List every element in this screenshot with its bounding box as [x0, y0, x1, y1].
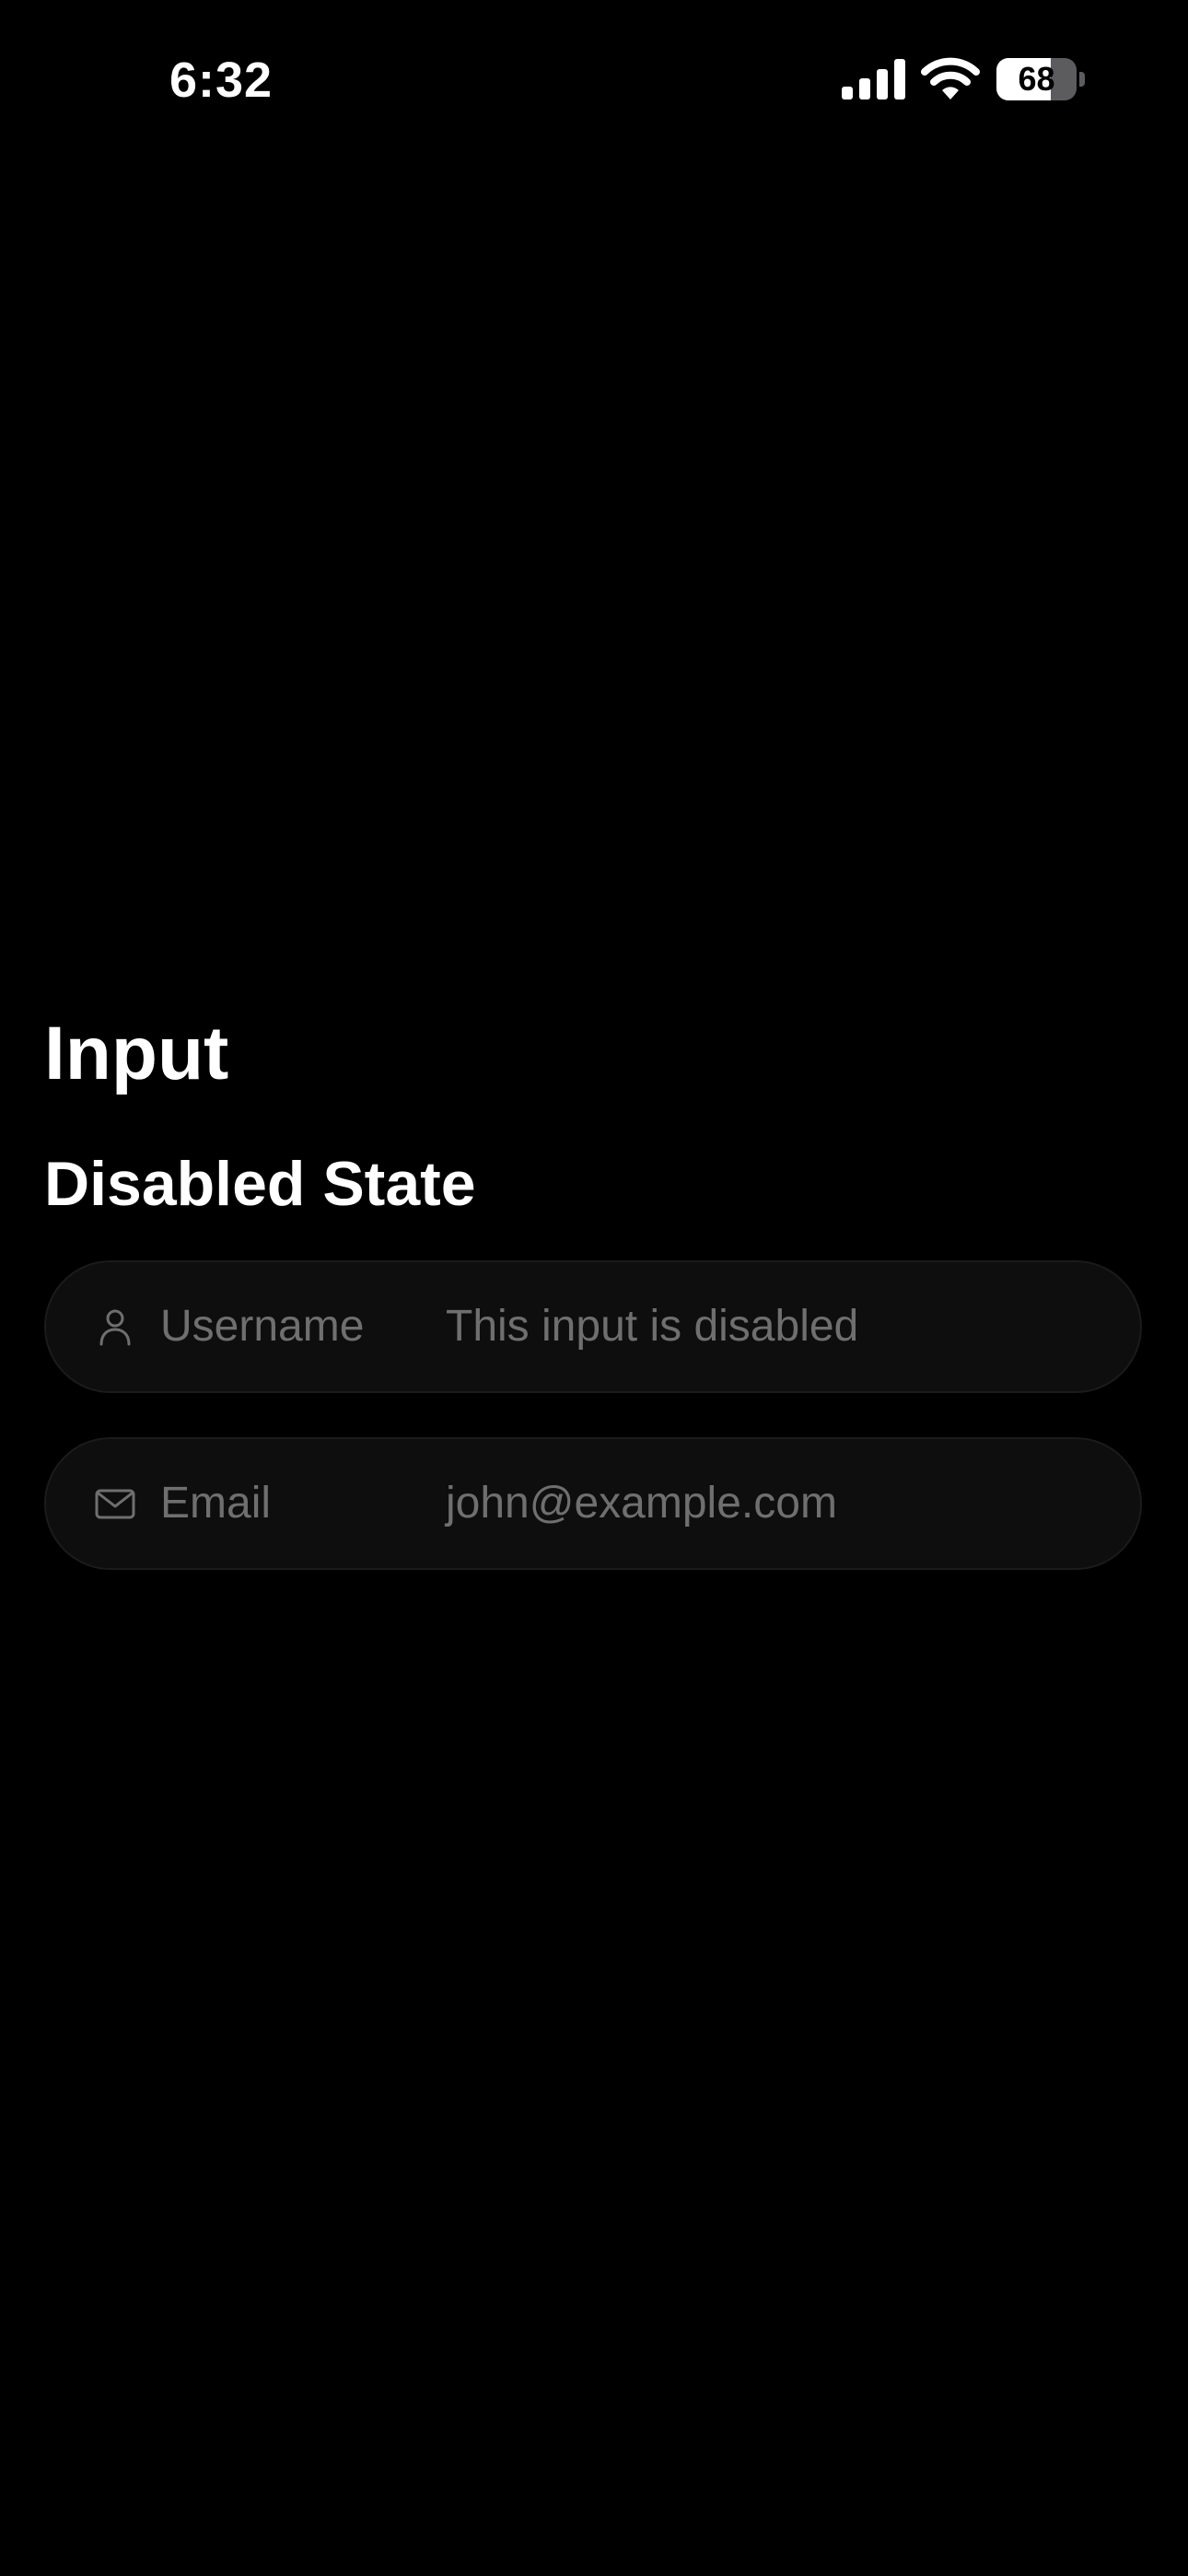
battery-percent: 68 — [1018, 60, 1055, 98]
section-title: Disabled State — [44, 1149, 476, 1219]
cellular-signal-icon — [842, 59, 905, 100]
person-icon — [99, 1309, 131, 1346]
username-value: This input is disabled — [446, 1302, 859, 1351]
wifi-icon — [921, 57, 980, 100]
status-time: 6:32 — [169, 53, 274, 108]
email-value: john@example.com — [446, 1479, 837, 1528]
username-label: Username — [160, 1302, 365, 1351]
page-title: Input — [44, 1012, 229, 1095]
email-label: Email — [160, 1479, 272, 1528]
username-input: Username This input is disabled — [44, 1260, 1142, 1393]
battery-icon: 68 — [996, 58, 1085, 100]
email-input: Email john@example.com — [44, 1437, 1142, 1570]
envelope-icon — [95, 1489, 135, 1519]
status-bar: 6:32 68 — [0, 0, 1188, 157]
